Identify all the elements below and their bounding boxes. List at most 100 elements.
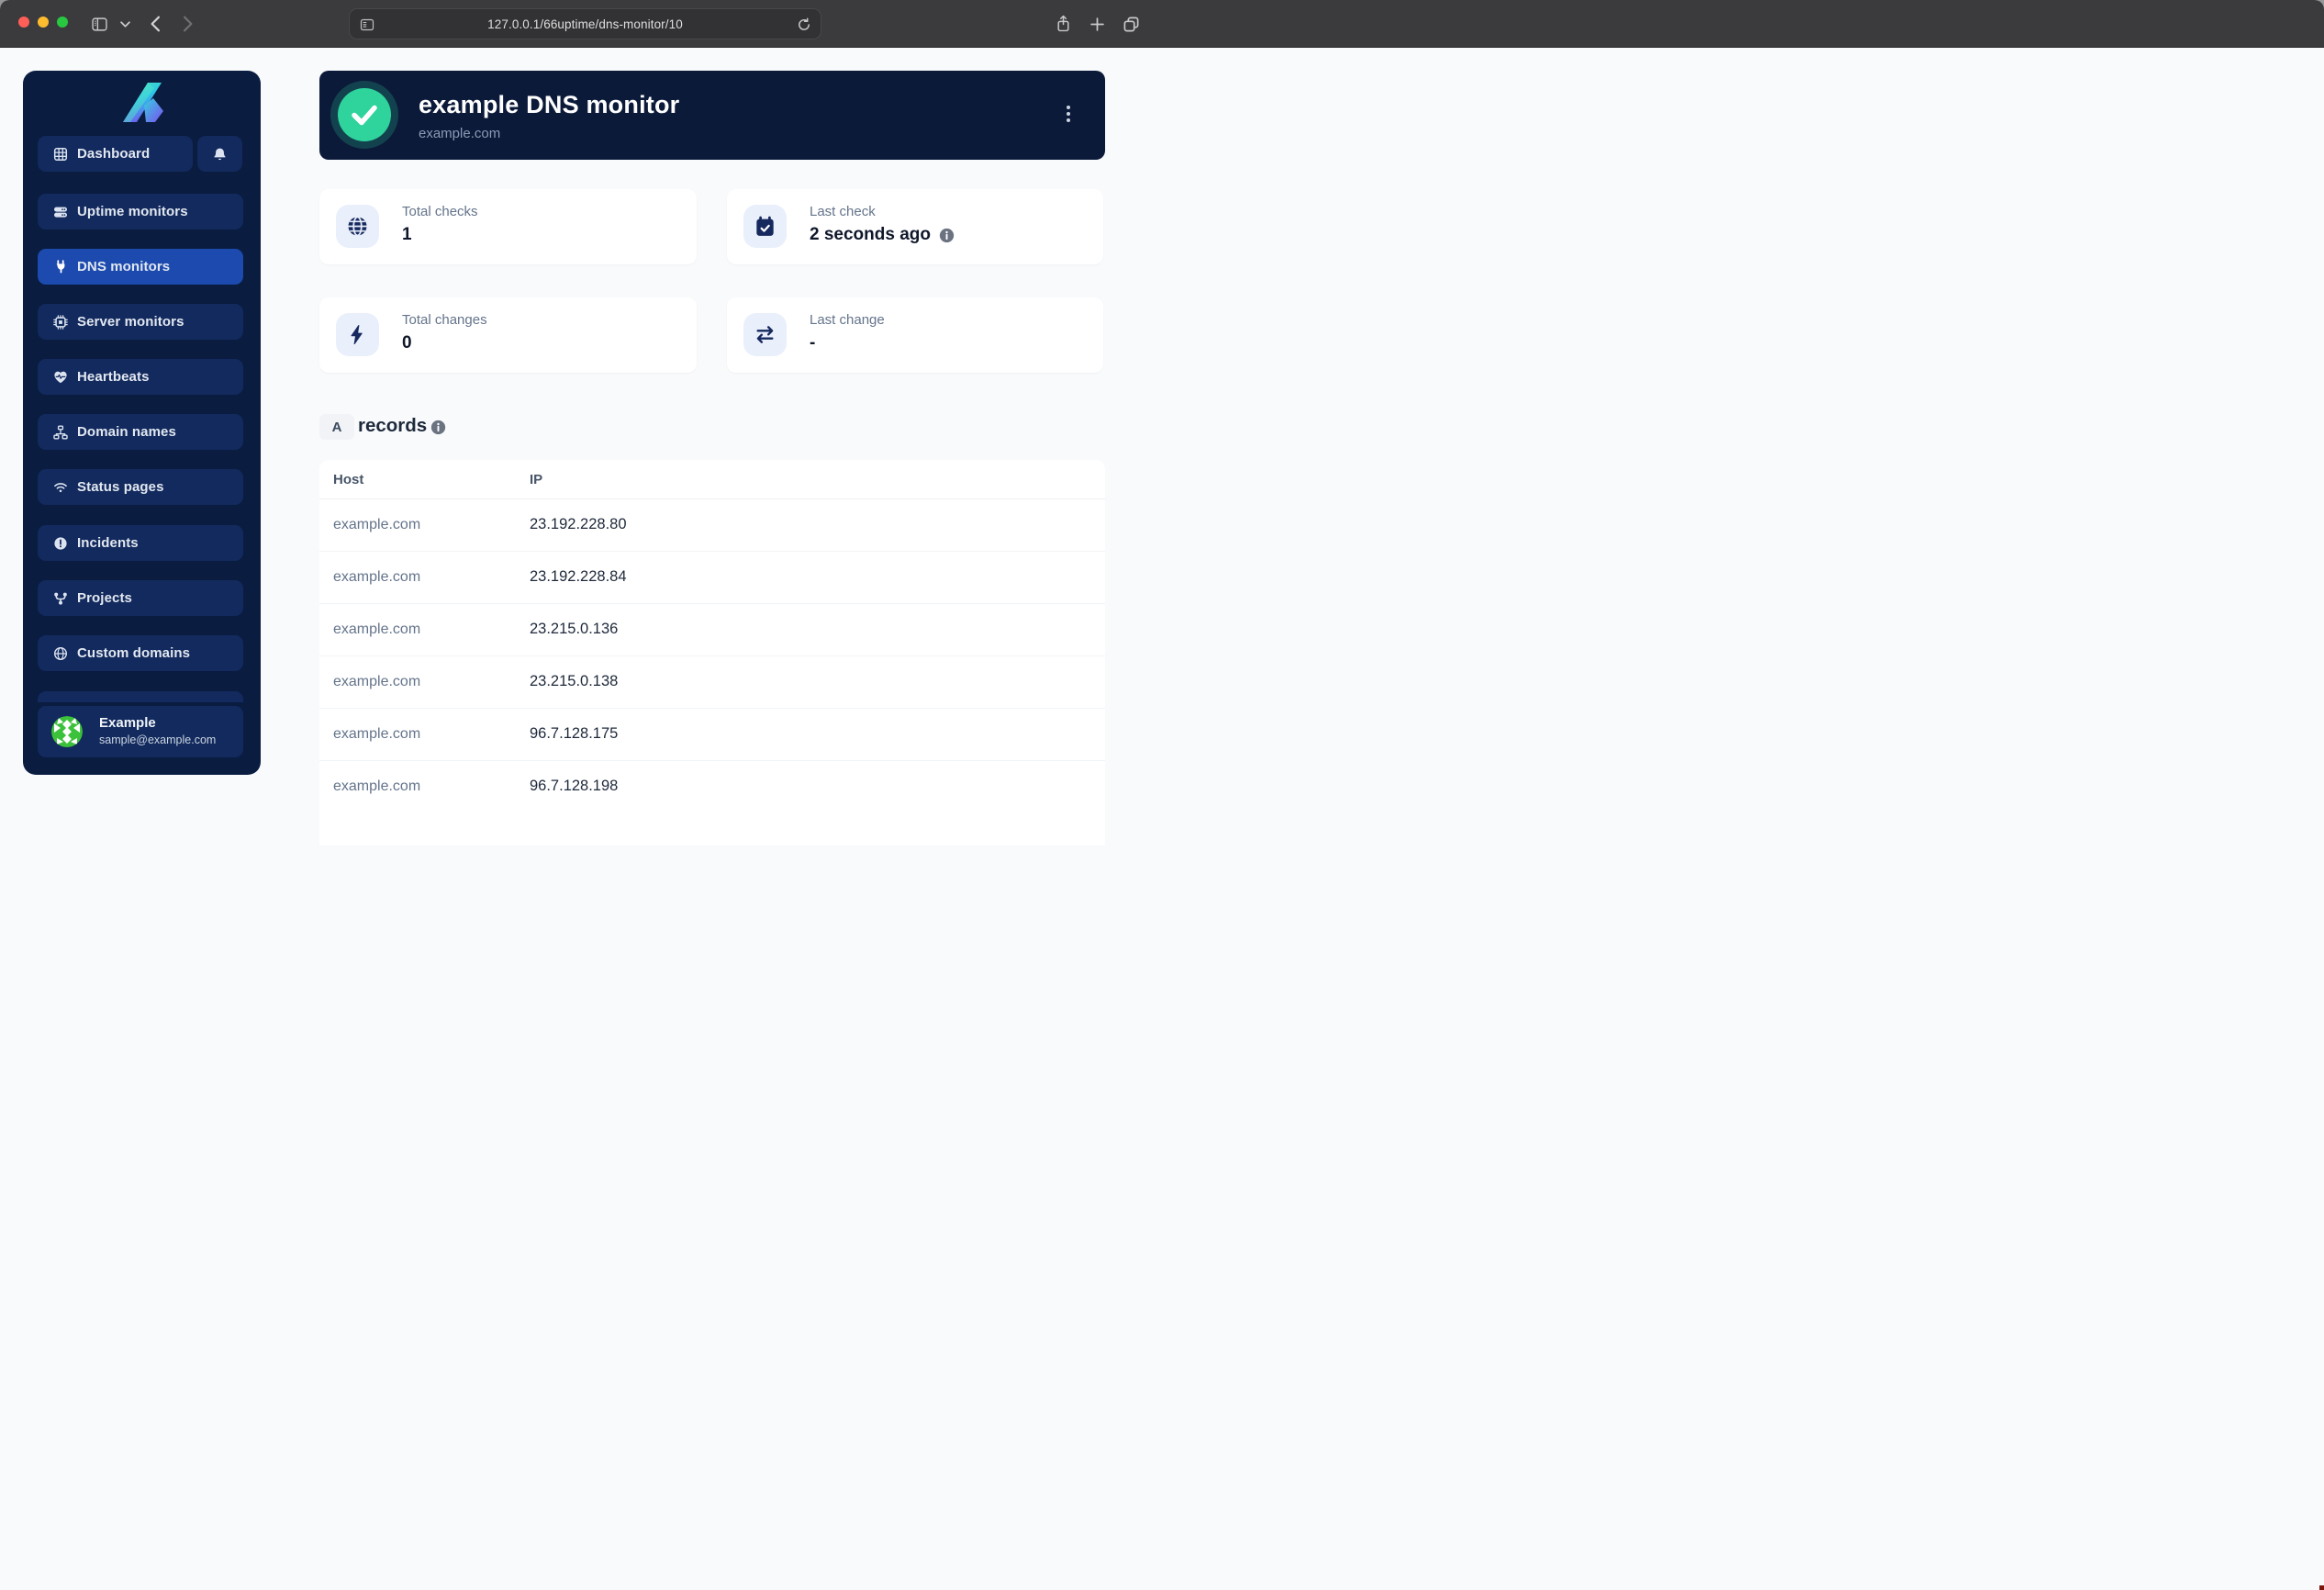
app-logo (121, 83, 163, 122)
sidebar-item-heartbeats[interactable]: Heartbeats (38, 359, 243, 395)
stat-label: Total changes (402, 312, 487, 328)
sidebar-item-domain-names[interactable]: Domain names (38, 414, 243, 450)
stat-card-last-change: Last change - (727, 297, 1103, 373)
column-header-host: Host (333, 472, 363, 487)
share-icon[interactable] (1053, 0, 1073, 48)
info-icon[interactable] (430, 420, 446, 440)
sidebar-item-label: Server monitors (77, 314, 184, 330)
cpu-icon (53, 315, 68, 330)
bolt-icon (336, 313, 379, 356)
stat-value-text: 2 seconds ago (810, 225, 931, 245)
ip-cell: 23.192.228.84 (530, 568, 627, 586)
host-cell: example.com (333, 569, 420, 586)
status-ok-icon (338, 88, 391, 141)
sidebar-item-partial[interactable] (38, 691, 243, 702)
sidebar-item-dashboard[interactable]: Dashboard (38, 136, 193, 172)
reload-icon[interactable] (797, 17, 811, 37)
stat-label: Last change (810, 312, 885, 328)
sidebar-item-custom-domains[interactable]: Custom domains (38, 635, 243, 671)
sidebar-item-label: Status pages (77, 479, 164, 495)
sidebar-item-server-monitors[interactable]: Server monitors (38, 304, 243, 340)
chevron-down-icon[interactable] (117, 0, 132, 48)
bell-icon (213, 147, 227, 162)
server-stack-icon (53, 205, 68, 219)
browser-window: 127.0.0.1/66uptime/dns-monitor/10 (0, 0, 2324, 1590)
table-row: example.com 23.192.228.80 (319, 499, 1105, 552)
host-cell: example.com (333, 621, 420, 638)
stat-value: 0 (402, 333, 412, 353)
screen-artifact (2319, 1585, 2324, 1590)
sitemap-icon (53, 425, 68, 440)
table-row: example.com 23.215.0.136 (319, 604, 1105, 656)
sidebar-item-projects[interactable]: Projects (38, 580, 243, 616)
calendar-check-icon (743, 205, 787, 248)
user-email: sample@example.com (99, 733, 216, 746)
user-avatar (51, 716, 83, 747)
kebab-menu-button[interactable] (1065, 104, 1072, 124)
monitor-domain: example.com (419, 126, 500, 141)
minimize-window-button[interactable] (38, 17, 49, 28)
exclamation-circle-icon (53, 536, 68, 551)
share-nodes-icon (53, 591, 68, 606)
info-icon[interactable] (939, 228, 955, 243)
sidebar: Dashboard Uptime monitors DNS monitors S… (23, 71, 261, 775)
plug-icon (53, 260, 68, 274)
browser-toolbar: 127.0.0.1/66uptime/dns-monitor/10 (0, 0, 2324, 48)
forward-button[interactable] (180, 0, 196, 48)
stat-card-total-changes: Total changes 0 (319, 297, 697, 373)
table-row: example.com 23.215.0.138 (319, 656, 1105, 709)
sidebar-item-label: Projects (77, 590, 132, 606)
table-header-row: Host IP (319, 460, 1105, 499)
user-name: Example (99, 715, 156, 731)
sidebar-item-status-pages[interactable]: Status pages (38, 469, 243, 505)
table-row: example.com 96.7.128.175 (319, 709, 1105, 761)
sidebar-item-label: Heartbeats (77, 369, 150, 385)
address-bar[interactable]: 127.0.0.1/66uptime/dns-monitor/10 (349, 8, 821, 39)
user-menu[interactable]: Example sample@example.com (38, 706, 243, 757)
sidebar-item-label: Custom domains (77, 645, 190, 661)
stat-card-total-checks: Total checks 1 (319, 189, 697, 264)
sidebar-item-label: Uptime monitors (77, 204, 188, 219)
zoom-window-button[interactable] (57, 17, 68, 28)
sidebar-item-label: DNS monitors (77, 259, 170, 274)
ip-cell: 23.192.228.80 (530, 516, 627, 533)
monitor-header-card: example DNS monitor example.com (319, 71, 1105, 160)
heart-pulse-icon (53, 370, 68, 385)
sidebar-item-label: Incidents (77, 535, 139, 551)
table-row: example.com 96.7.128.198 (319, 761, 1105, 813)
sidebar-item-incidents[interactable]: Incidents (38, 525, 243, 561)
stat-value: - (810, 333, 815, 353)
grid-icon (53, 147, 68, 162)
close-window-button[interactable] (18, 17, 29, 28)
ip-cell: 96.7.128.198 (530, 778, 618, 795)
sidebar-item-label: Dashboard (77, 146, 150, 162)
page-settings-icon[interactable] (360, 17, 374, 37)
sidebar-item-label: Domain names (77, 424, 176, 440)
table-row: example.com 23.192.228.84 (319, 552, 1105, 604)
new-tab-icon[interactable] (1088, 0, 1106, 48)
stat-label: Total checks (402, 204, 478, 219)
app-page: Dashboard Uptime monitors DNS monitors S… (0, 49, 2324, 1590)
records-title: records (358, 415, 427, 437)
record-type-badge: A (319, 414, 354, 440)
stat-label: Last check (810, 204, 876, 219)
stat-value: 1 (402, 225, 412, 245)
url-text: 127.0.0.1/66uptime/dns-monitor/10 (487, 17, 683, 31)
host-cell: example.com (333, 674, 420, 690)
globe-icon (53, 646, 68, 661)
host-cell: example.com (333, 778, 420, 795)
sidebar-item-uptime-monitors[interactable]: Uptime monitors (38, 194, 243, 230)
notifications-button[interactable] (197, 136, 242, 172)
sidebar-toggle-icon[interactable] (89, 0, 109, 48)
ip-cell: 23.215.0.138 (530, 673, 618, 690)
sidebar-item-dns-monitors[interactable]: DNS monitors (38, 249, 243, 285)
stat-card-last-check: Last check 2 seconds ago (727, 189, 1103, 264)
back-button[interactable] (147, 0, 163, 48)
host-cell: example.com (333, 517, 420, 533)
tab-overview-icon[interactable] (1120, 0, 1142, 48)
globe-icon (336, 205, 379, 248)
stat-value: 2 seconds ago (810, 225, 955, 245)
traffic-lights (18, 17, 68, 28)
swap-arrows-icon (743, 313, 787, 356)
ip-cell: 96.7.128.175 (530, 725, 618, 743)
